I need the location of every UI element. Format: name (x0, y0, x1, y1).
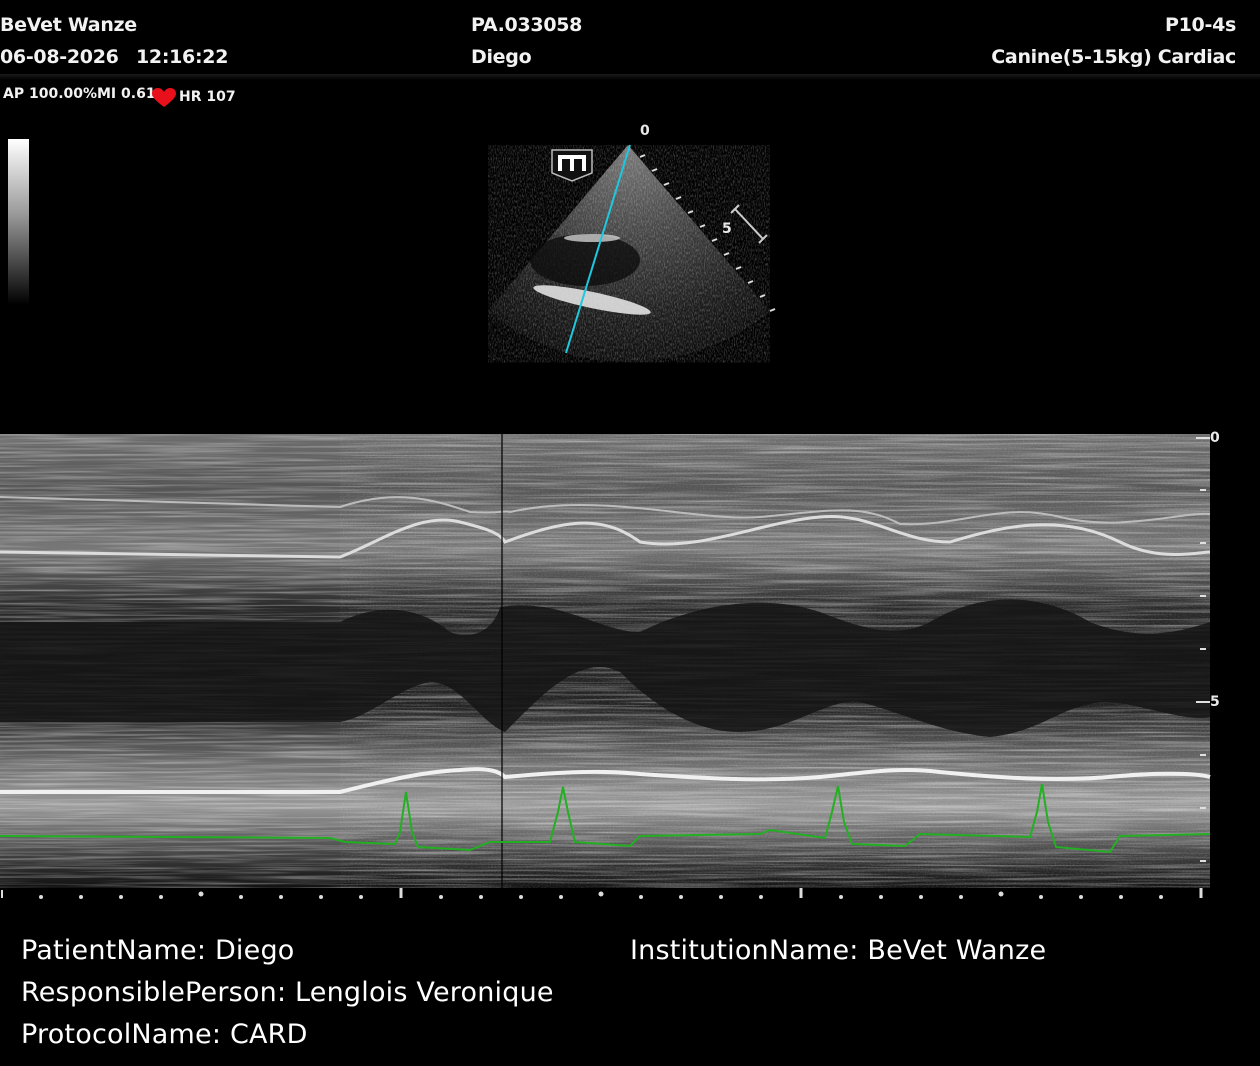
institution-name: BeVet Wanze (0, 14, 137, 36)
patient-id: PA.033058 (471, 14, 583, 36)
grayscale-bar (8, 139, 29, 305)
septum-echo (564, 234, 620, 242)
probe-name: P10-4s (1165, 14, 1236, 36)
exam-preset: Canine(5-15kg) Cardiac (991, 46, 1236, 68)
footer-institution-name: InstitutionName: BeVet Wanze (630, 935, 1047, 966)
m-mode-strip: 0 5 (0, 430, 1260, 902)
patient-name: Diego (471, 46, 532, 68)
m-mode-icon[interactable] (551, 149, 593, 182)
caliper-scale (730, 204, 768, 244)
mechanical-index: MI 0.61 (97, 86, 156, 102)
sector-image: 0 5 (480, 115, 790, 375)
m-mode-depth-5: 5 (1210, 694, 1220, 710)
header-divider (0, 74, 1260, 80)
acoustic-power: AP 100.00% (3, 86, 98, 102)
footer-responsible-person: ResponsiblePerson: Lenglois Veronique (21, 977, 554, 1008)
exam-date: 06-08-2026 (0, 46, 119, 68)
m-mode-depth-0: 0 (1210, 430, 1220, 446)
exam-time: 12:16:22 (136, 46, 229, 68)
sector-depth-0: 0 (640, 123, 650, 139)
footer-protocol-name: ProtocolName: CARD (21, 1019, 308, 1050)
footer-patient-name: PatientName: Diego (21, 935, 295, 966)
heart-rate: HR 107 (179, 89, 236, 105)
sector-depth-5: 5 (722, 221, 732, 237)
time-axis (1, 888, 1203, 899)
heart-icon (152, 88, 176, 108)
